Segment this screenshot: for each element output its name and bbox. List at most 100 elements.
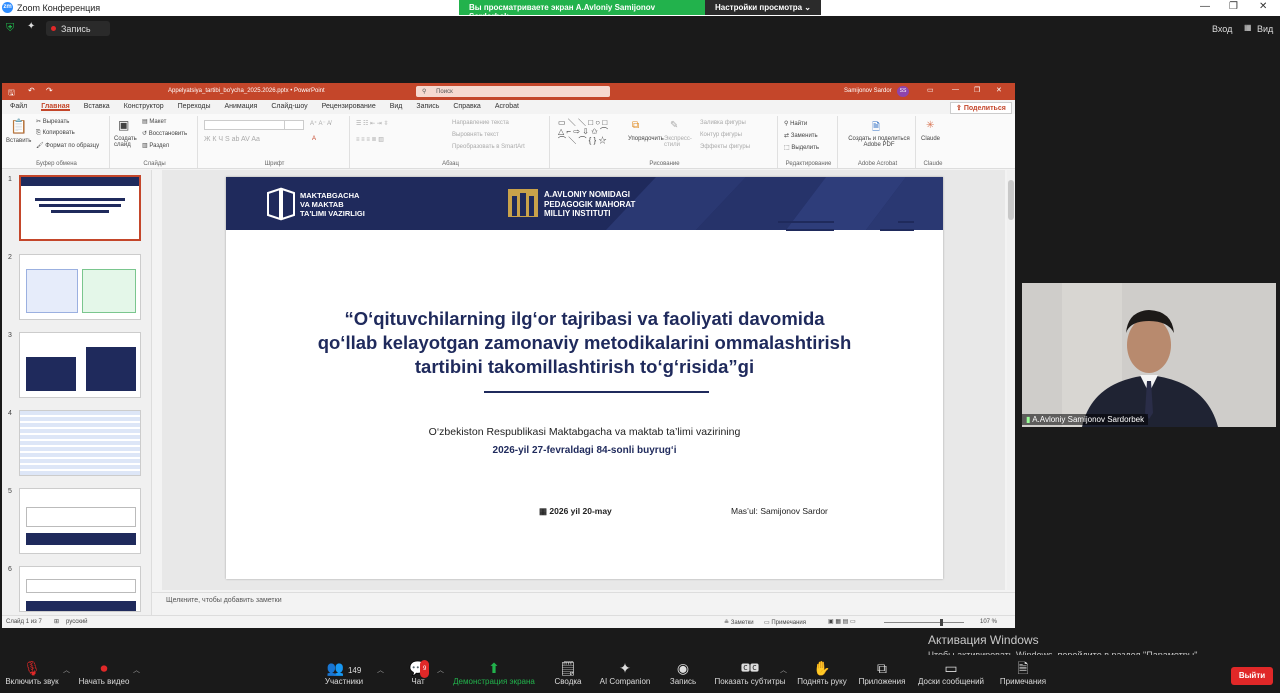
save-icon[interactable]: 🖫 <box>8 87 15 101</box>
redo-icon[interactable]: ↷ <box>46 86 53 95</box>
tab-insert[interactable]: Вставка <box>84 103 110 111</box>
sparkle-icon[interactable]: ✦ <box>27 21 35 32</box>
minimize-icon[interactable]: — <box>1200 1 1210 12</box>
slide-title[interactable]: “O‘qituvchilarning ilg‘or tajribasi va f… <box>226 307 943 379</box>
captions-chevron-icon[interactable]: ︿ <box>780 665 787 675</box>
captions-button[interactable]: 🅲🅲 Показать субтитры <box>712 659 788 686</box>
tab-file[interactable]: Файл <box>10 103 27 111</box>
comments-toggle[interactable]: ▭ Примечания <box>764 619 806 626</box>
align-icons[interactable]: ≡ ≡ ≡ ≣ ▥ <box>356 136 384 143</box>
view-mode-icons[interactable]: ▣ ▦ ▤ ▭ <box>828 618 856 625</box>
participant-video[interactable]: ▮ A.Avloniy Samijonov Sardorbek <box>1022 283 1276 427</box>
shapes-gallery[interactable]: ▭ ＼ ＼ □ ○ □ △ ⌐ ⇨ ⇩ ✩ ⌒ ⌒ ＼ ⌒ { } ☆ <box>558 118 608 145</box>
participants-button[interactable]: 👥 149 Участники <box>318 659 370 686</box>
tab-help[interactable]: Справка <box>453 103 480 111</box>
apps-button[interactable]: ⧉ Приложения <box>856 659 908 686</box>
editor-scrollbar[interactable] <box>1007 170 1015 590</box>
cut-button[interactable]: ✂ Вырезать <box>36 118 69 125</box>
tab-record[interactable]: Запись <box>416 103 439 111</box>
claude-button[interactable]: Claude <box>921 136 940 142</box>
chat-button[interactable]: 💬 9 Чат <box>402 659 434 686</box>
raise-hand-button[interactable]: ✋ Поднять руку <box>794 659 850 686</box>
tab-view[interactable]: Вид <box>390 103 403 111</box>
start-video-button[interactable]: ⏺ Начать видео <box>76 659 132 686</box>
restore-icon[interactable]: ❐ <box>974 86 980 94</box>
current-slide[interactable]: MAKTABGACHA VA MAKTAB TA'LIMI VAZIRLIGI … <box>226 177 943 579</box>
audio-options-chevron-icon[interactable]: ︿ <box>63 665 70 675</box>
notes-toggle[interactable]: ≗ Заметки <box>724 619 754 626</box>
participants-chevron-icon[interactable]: ︿ <box>377 665 384 675</box>
notes-button[interactable]: 🗎 Примечания <box>994 659 1052 686</box>
zoom-level[interactable]: 107 % <box>980 619 997 625</box>
layout-button[interactable]: ▤ Макет <box>142 118 166 125</box>
shape-fill-button[interactable]: Заливка фигуры <box>700 120 746 126</box>
list-icons[interactable]: ☰ ☷ ⇤ ⇥ ⇳ <box>356 120 389 127</box>
shape-effects-button[interactable]: Эффекты фигуры <box>700 144 750 150</box>
minimize-icon[interactable]: — <box>952 86 959 93</box>
slide-date[interactable]: ▦ 2026 yil 20-may <box>539 506 612 517</box>
font-grow-icon[interactable]: A⁺ A⁻ A̸ <box>310 120 331 127</box>
slide-thumb-3[interactable] <box>19 332 141 398</box>
share-screen-button[interactable]: ⬆ Демонстрация экрана <box>452 659 536 686</box>
unmute-button[interactable]: 🎙 Включить звук <box>4 659 60 686</box>
tab-animations[interactable]: Анимация <box>224 103 257 111</box>
share-button[interactable]: ⇪ Поделиться <box>950 102 1012 114</box>
search-box[interactable]: ⚲ Поиск <box>416 86 610 97</box>
font-color-icon[interactable]: A <box>312 136 316 142</box>
notes-pane[interactable]: Щелкните, чтобы добавить заметки <box>152 592 1015 614</box>
reset-button[interactable]: ↺ Восстановить <box>142 130 187 137</box>
tab-slideshow[interactable]: Слайд-шоу <box>271 103 307 111</box>
whiteboards-button[interactable]: ▭ Доски сообщений <box>914 659 988 686</box>
tab-home[interactable]: Главная <box>41 103 70 111</box>
ribbon-display-icon[interactable]: ▭ <box>927 86 934 94</box>
responsible-person[interactable]: Mas’ul: Samijonov Sardor <box>731 506 828 516</box>
tab-review[interactable]: Рецензирование <box>322 103 376 111</box>
font-format-icons[interactable]: Ж К Ч S ab AV Aa <box>204 136 260 143</box>
paste-button[interactable]: Вставить <box>6 138 31 144</box>
scrollbar-thumb[interactable] <box>1008 180 1014 220</box>
slide-thumb-2[interactable] <box>19 254 141 320</box>
slide-thumb-5[interactable] <box>19 488 141 554</box>
slide-thumb-6[interactable] <box>19 566 141 612</box>
view-button[interactable]: Вид <box>1257 24 1273 34</box>
copy-button[interactable]: ⎘ Копировать <box>36 130 75 137</box>
align-text-button[interactable]: Выровнять текст <box>452 132 499 138</box>
tab-acrobat[interactable]: Acrobat <box>495 103 519 111</box>
smartart-button[interactable]: Преобразовать в SmartArt <box>452 144 525 150</box>
enter-button[interactable]: Вход <box>1212 24 1232 34</box>
slide-thumbnails-pane[interactable]: 1 2 3 4 5 6 <box>2 170 152 615</box>
tab-design[interactable]: Конструктор <box>124 103 164 111</box>
tab-transitions[interactable]: Переходы <box>178 103 211 111</box>
accessibility-icon[interactable]: ⊞ <box>54 618 59 625</box>
slide-thumb-4[interactable] <box>19 410 141 476</box>
format-painter-button[interactable]: 🖌 Формат по образцу <box>36 142 99 149</box>
close-icon[interactable]: ✕ <box>996 86 1002 94</box>
zoom-slider-thumb[interactable] <box>940 619 943 626</box>
chat-chevron-icon[interactable]: ︿ <box>437 665 444 675</box>
slide-editor[interactable]: MAKTABGACHA VA MAKTAB TA'LIMI VAZIRLIGI … <box>162 170 1015 590</box>
restore-icon[interactable]: ❐ <box>1229 1 1238 12</box>
font-size-select[interactable] <box>284 120 304 130</box>
undo-icon[interactable]: ↶ <box>28 86 35 95</box>
view-options-button[interactable]: Настройки просмотра ⌄ <box>705 0 821 15</box>
close-icon[interactable]: ✕ <box>1259 1 1267 12</box>
record-button[interactable]: ◉ Запись <box>664 659 702 686</box>
find-button[interactable]: ⚲ Найти <box>784 120 807 127</box>
select-button[interactable]: ⬚ Выделить <box>784 144 819 151</box>
video-options-chevron-icon[interactable]: ︿ <box>133 665 140 675</box>
slide-thumb-1[interactable] <box>19 175 141 241</box>
ai-companion-button[interactable]: ✦ AI Companion <box>596 659 654 686</box>
zoom-slider[interactable] <box>884 622 964 623</box>
replace-button[interactable]: ⇄ Заменить <box>784 132 818 139</box>
recording-indicator[interactable]: Запись <box>46 21 110 36</box>
text-direction-button[interactable]: Направление текста <box>452 120 509 126</box>
arrange-button[interactable]: Упорядочить <box>628 136 664 142</box>
shape-outline-button[interactable]: Контур фигуры <box>700 132 742 138</box>
slide-subtitle[interactable]: O‘zbekiston Respublikasi Maktabgacha va … <box>226 426 943 438</box>
create-pdf-button[interactable]: Создать и поделиться Adobe PDF <box>844 136 914 148</box>
summary-button[interactable]: 🗒 Сводка <box>548 659 588 686</box>
section-button[interactable]: ▥ Раздел <box>142 142 169 149</box>
shield-icon[interactable]: ⛨ <box>6 22 14 35</box>
user-avatar[interactable]: SS <box>897 86 909 97</box>
quick-styles-button[interactable]: Экспресс-стили <box>664 136 694 148</box>
